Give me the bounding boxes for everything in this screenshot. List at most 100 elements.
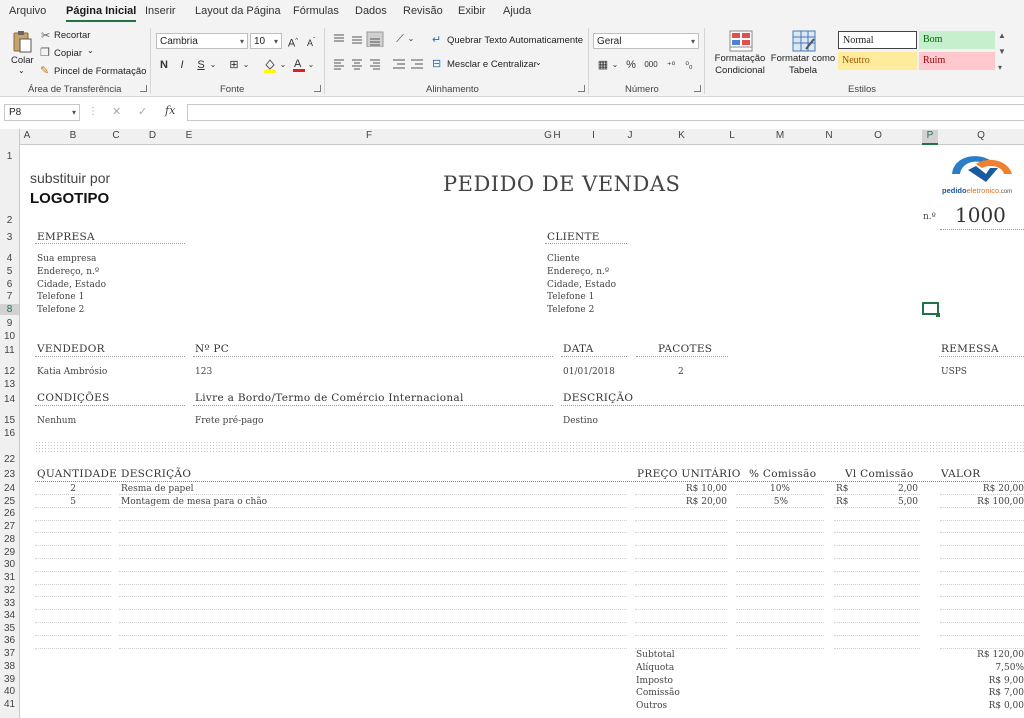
row-header[interactable]: 33 bbox=[0, 598, 19, 609]
column-header[interactable]: D bbox=[121, 130, 184, 141]
column-header[interactable]: K bbox=[635, 130, 728, 141]
row-header[interactable]: 32 bbox=[0, 585, 19, 596]
font-color-dropdown-icon[interactable]: ⌄ bbox=[306, 57, 316, 73]
orientation-dropdown-icon[interactable]: ⌄ bbox=[406, 31, 416, 47]
tab-ajuda[interactable]: Ajuda bbox=[503, 5, 531, 17]
style-bad[interactable]: Ruim bbox=[919, 52, 995, 70]
insert-function-icon[interactable]: fx bbox=[165, 104, 175, 117]
row-header[interactable]: 14 bbox=[0, 394, 19, 405]
row-header[interactable]: 26 bbox=[0, 508, 19, 519]
row-header[interactable]: 2 bbox=[0, 215, 19, 226]
row-header[interactable]: 4 bbox=[0, 253, 19, 264]
font-size-select[interactable]: 10 ▾ bbox=[250, 33, 282, 49]
enter-icon[interactable]: ✓ bbox=[138, 105, 147, 118]
format-painter-button[interactable]: Pincel de Formatação bbox=[54, 66, 146, 77]
style-neutral[interactable]: Neutro bbox=[838, 52, 917, 70]
styles-more-icon[interactable]: ▾ bbox=[998, 63, 1002, 72]
borders-dropdown-icon[interactable]: ⌄ bbox=[241, 57, 251, 73]
column-header[interactable]: O bbox=[834, 130, 922, 141]
currency-dropdown-icon[interactable]: ⌄ bbox=[610, 57, 620, 73]
row-header[interactable]: 3 bbox=[0, 232, 19, 243]
column-header[interactable]: F bbox=[194, 130, 544, 141]
formula-input[interactable] bbox=[187, 104, 1024, 121]
cut-button[interactable]: Recortar bbox=[54, 30, 90, 41]
merge-dropdown-icon[interactable]: ⌄ bbox=[535, 58, 542, 67]
row-header[interactable]: 5 bbox=[0, 266, 19, 277]
name-box[interactable]: P8 ▾ bbox=[4, 104, 80, 121]
fill-handle[interactable] bbox=[936, 313, 940, 317]
percent-button[interactable]: % bbox=[624, 57, 638, 73]
column-header[interactable]: M bbox=[736, 130, 824, 141]
column-header[interactable]: Q bbox=[938, 130, 1024, 141]
conditional-formatting-button[interactable]: Formatação Condicional bbox=[710, 53, 770, 77]
currency-icon[interactable]: ▦ bbox=[595, 57, 611, 73]
row-header[interactable]: 34 bbox=[0, 610, 19, 621]
row-header[interactable]: 7 bbox=[0, 291, 19, 302]
decrease-decimal-icon[interactable]: ⁰₀ bbox=[682, 57, 696, 73]
column-header[interactable]: L bbox=[728, 130, 736, 141]
number-format-select[interactable]: Geral ▾ bbox=[593, 33, 699, 49]
font-color-icon[interactable]: A bbox=[292, 56, 306, 73]
cancel-icon[interactable]: ✕ bbox=[112, 105, 121, 118]
alignment-launcher-icon[interactable] bbox=[578, 85, 585, 92]
row-header[interactable]: 41 bbox=[0, 699, 19, 710]
column-header[interactable]: A bbox=[20, 130, 34, 141]
styles-scroll-down-icon[interactable]: ▼ bbox=[998, 47, 1006, 56]
row-header-selected[interactable]: 8 bbox=[0, 304, 19, 315]
column-header[interactable]: J bbox=[625, 130, 635, 141]
underline-dropdown-icon[interactable]: ⌄ bbox=[208, 57, 218, 73]
column-header[interactable]: E bbox=[184, 130, 194, 141]
row-header[interactable]: 27 bbox=[0, 521, 19, 532]
row-header[interactable]: 24 bbox=[0, 483, 19, 494]
tab-exibir[interactable]: Exibir bbox=[458, 5, 486, 17]
tab-inserir[interactable]: Inserir bbox=[145, 5, 176, 17]
row-header[interactable]: 12 bbox=[0, 366, 19, 377]
tab-pagina-inicial[interactable]: Página Inicial bbox=[66, 5, 137, 22]
column-header[interactable]: G bbox=[544, 130, 552, 141]
tab-revisao[interactable]: Revisão bbox=[403, 5, 443, 17]
row-header[interactable]: 6 bbox=[0, 279, 19, 290]
italic-button[interactable]: I bbox=[175, 57, 189, 73]
column-header[interactable]: I bbox=[562, 130, 625, 141]
row-header[interactable]: 37 bbox=[0, 648, 19, 659]
copy-button[interactable]: Copiar bbox=[54, 48, 82, 59]
tab-dados[interactable]: Dados bbox=[355, 5, 387, 17]
row-header[interactable]: 35 bbox=[0, 623, 19, 634]
row-header[interactable]: 39 bbox=[0, 674, 19, 685]
paste-icon[interactable] bbox=[11, 30, 33, 54]
fill-color-icon[interactable] bbox=[262, 57, 278, 73]
paste-dropdown-icon[interactable]: ⌄ bbox=[18, 66, 25, 75]
row-header[interactable]: 23 bbox=[0, 469, 19, 480]
select-all-corner[interactable] bbox=[0, 129, 20, 144]
row-header[interactable]: 31 bbox=[0, 572, 19, 583]
row-header[interactable]: 28 bbox=[0, 534, 19, 545]
paste-button[interactable]: Colar bbox=[11, 55, 34, 66]
style-good[interactable]: Bom bbox=[919, 31, 995, 49]
column-header[interactable]: H bbox=[552, 130, 562, 141]
row-header[interactable]: 9 bbox=[0, 318, 19, 329]
row-header[interactable]: 25 bbox=[0, 496, 19, 507]
styles-scroll-up-icon[interactable]: ▲ bbox=[998, 31, 1006, 40]
font-name-select[interactable]: Cambria ▾ bbox=[156, 33, 248, 49]
row-header[interactable]: 40 bbox=[0, 686, 19, 697]
row-header[interactable]: 13 bbox=[0, 379, 19, 390]
column-header[interactable]: C bbox=[111, 130, 121, 141]
tab-formulas[interactable]: Fórmulas bbox=[293, 5, 339, 17]
column-header-selected[interactable]: P bbox=[922, 130, 938, 145]
fill-dropdown-icon[interactable]: ⌄ bbox=[278, 57, 288, 73]
row-header[interactable]: 29 bbox=[0, 547, 19, 558]
shrink-font-icon[interactable]: Aˇ bbox=[304, 33, 318, 49]
row-header[interactable]: 36 bbox=[0, 635, 19, 646]
row-header[interactable]: 22 bbox=[0, 454, 19, 465]
column-header[interactable]: B bbox=[35, 130, 111, 141]
tab-arquivo[interactable]: Arquivo bbox=[9, 5, 46, 17]
copy-dropdown-icon[interactable]: ⌄ bbox=[87, 46, 94, 55]
bold-button[interactable]: N bbox=[157, 57, 171, 73]
borders-icon[interactable]: ⊞ bbox=[226, 57, 242, 73]
increase-decimal-icon[interactable]: ⁺⁰ bbox=[664, 57, 678, 73]
tab-layout-pagina[interactable]: Layout da Página bbox=[195, 5, 281, 17]
wrap-text-button[interactable]: Quebrar Texto Automaticamente bbox=[447, 35, 583, 46]
clipboard-launcher-icon[interactable] bbox=[140, 85, 147, 92]
thousands-button[interactable]: 000 bbox=[642, 57, 660, 73]
row-header[interactable]: 16 bbox=[0, 428, 19, 439]
